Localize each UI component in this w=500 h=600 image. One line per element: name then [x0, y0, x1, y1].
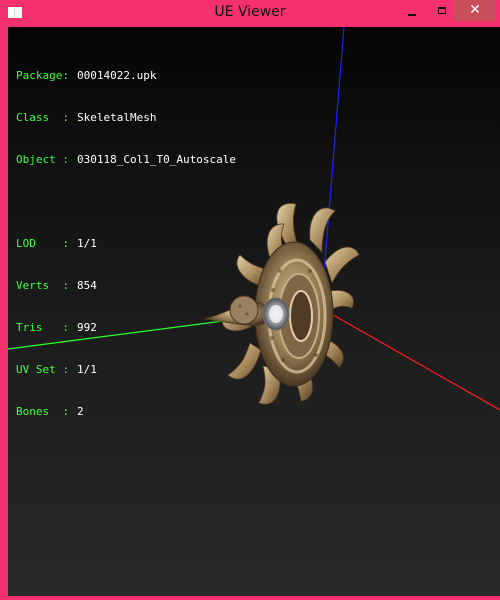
tris-label: Tris :: [16, 321, 69, 334]
bones-row: Bones : 2: [16, 405, 236, 419]
maximize-icon: [438, 7, 446, 14]
lod-value: 1/1: [77, 237, 97, 250]
3d-viewport[interactable]: Package: 00014022.upk Class : SkeletalMesh…: [8, 27, 500, 596]
minimize-icon: [408, 14, 416, 16]
class-label: Class :: [16, 111, 69, 124]
tris-row: Tris : 992: [16, 321, 236, 335]
bones-label: Bones :: [16, 405, 69, 418]
lod-label: LOD :: [16, 237, 69, 250]
class-row: Class : SkeletalMesh: [16, 111, 236, 125]
object-row: Object : 030118_Col1_T0_Autoscale: [16, 153, 236, 167]
object-label: Object :: [16, 153, 69, 166]
lod-row: LOD : 1/1: [16, 237, 236, 251]
title-bar[interactable]: UE Viewer ✕: [4, 0, 496, 27]
verts-label: Verts :: [16, 279, 69, 292]
mesh-info-overlay: Package: 00014022.upk Class : SkeletalMesh…: [16, 41, 236, 447]
close-button[interactable]: ✕: [454, 0, 496, 21]
ue-viewer-window: UE Viewer ✕ Package: 00014022.upk Class …: [0, 0, 500, 600]
package-value: 00014022.upk: [77, 69, 157, 82]
package-label: Package:: [16, 69, 69, 82]
verts-row: Verts : 854: [16, 279, 236, 293]
metal-hub-highlight: [269, 305, 283, 323]
minimize-button[interactable]: [398, 0, 426, 21]
uvset-row: UV Set : 1/1: [16, 363, 236, 377]
rotor-center: [289, 290, 313, 342]
uvset-value: 1/1: [77, 363, 97, 376]
x-axis-line: [320, 307, 500, 411]
maximize-button[interactable]: [428, 0, 456, 21]
bones-value: 2: [77, 405, 84, 418]
package-row: Package: 00014022.upk: [16, 69, 236, 83]
verts-value: 854: [77, 279, 97, 292]
uvset-label: UV Set :: [16, 363, 69, 376]
class-value: SkeletalMesh: [77, 111, 157, 124]
object-value: 030118_Col1_T0_Autoscale: [77, 153, 236, 166]
tris-value: 992: [77, 321, 97, 334]
